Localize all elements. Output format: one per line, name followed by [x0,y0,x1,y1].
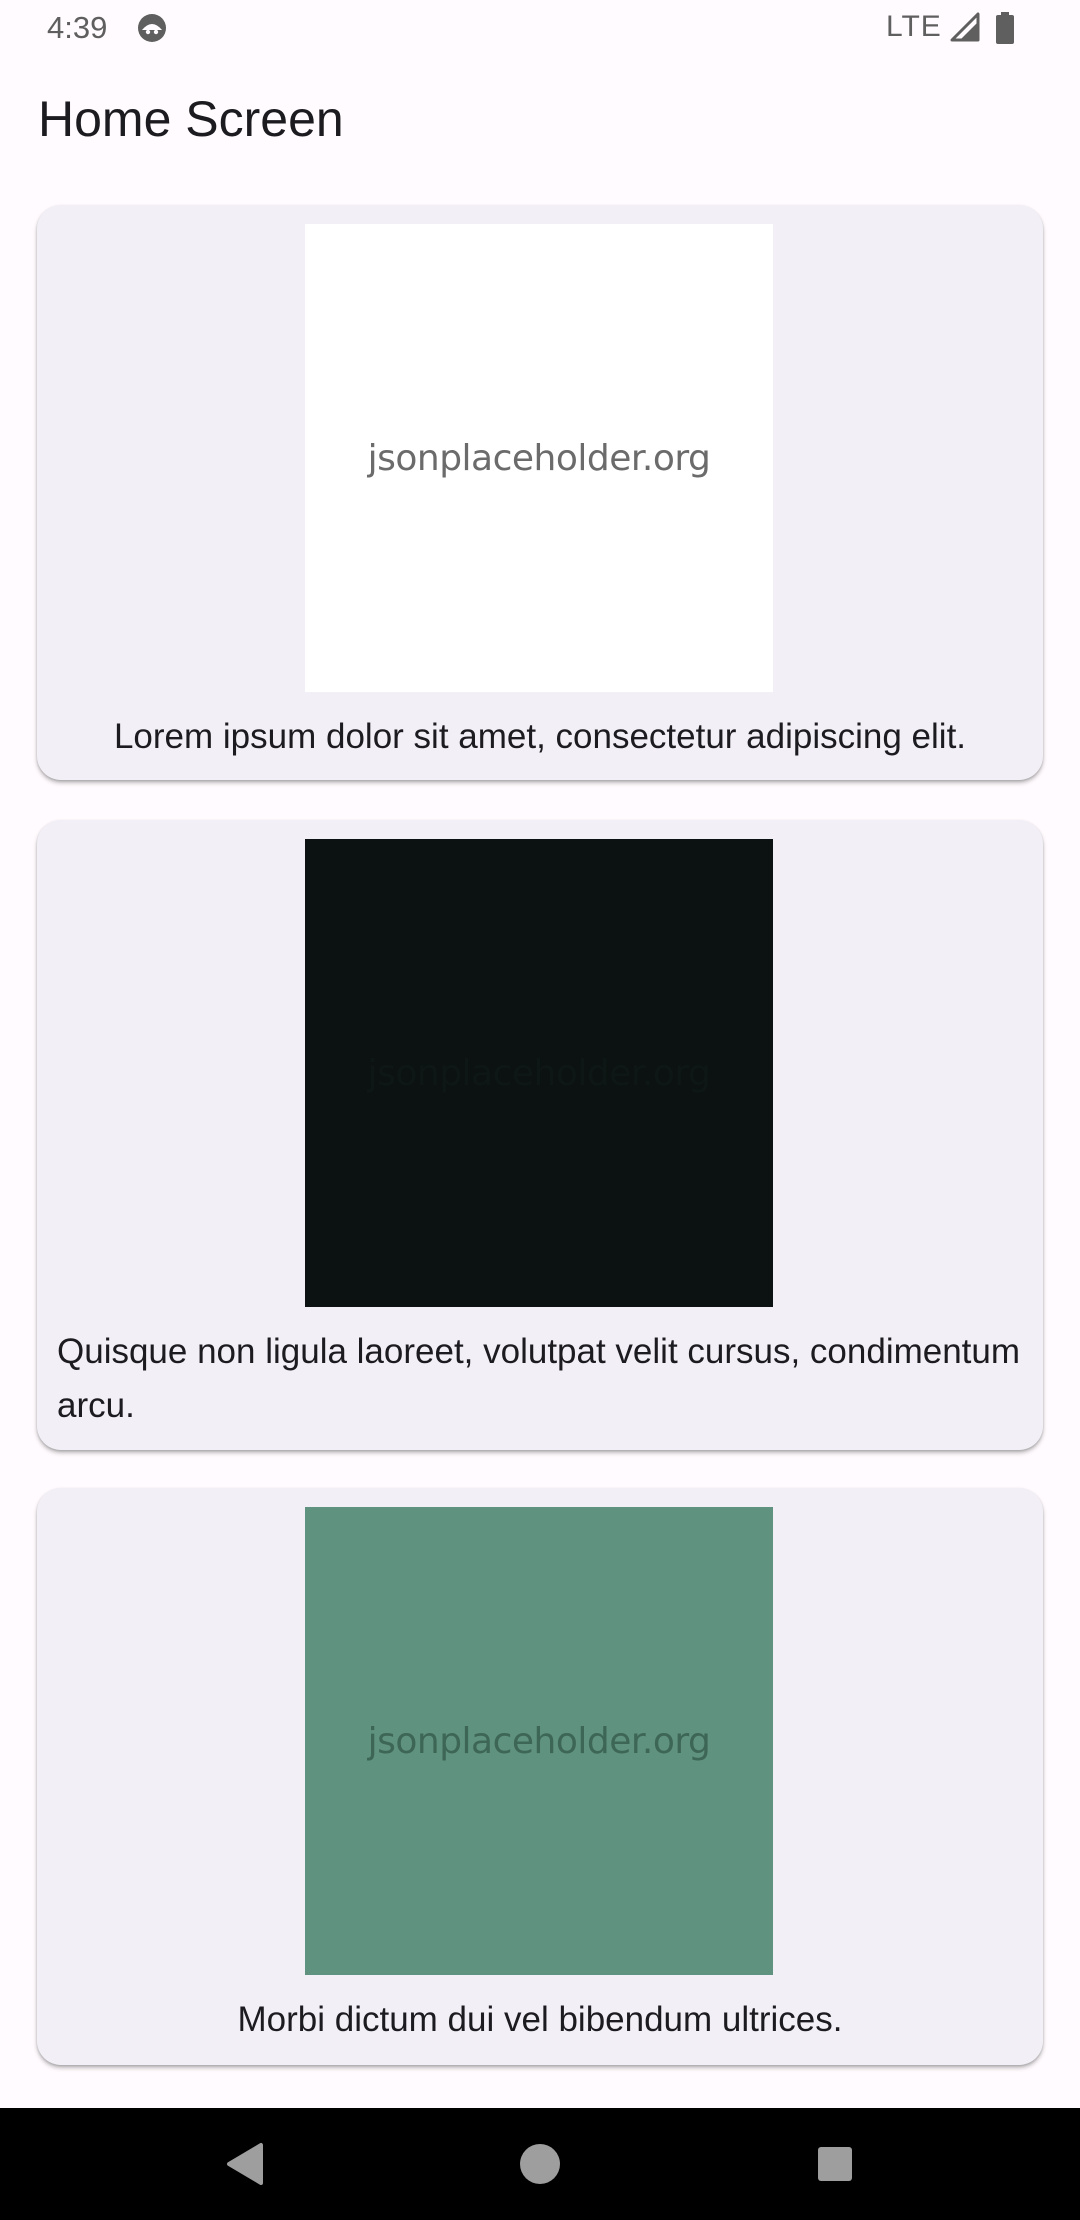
list-item[interactable]: jsonplaceholder.org Quisque non ligula l… [37,820,1043,1450]
page-title: Home Screen [38,91,344,147]
android-face-icon [138,14,166,42]
card-caption: Quisque non ligula laoreet, volutpat vel… [57,1332,1021,1425]
system-navigation-bar [0,2108,1080,2220]
card-image: jsonplaceholder.org [305,839,773,1307]
card-image-label: jsonplaceholder.org [367,437,711,479]
home-circle-icon [520,2144,560,2184]
battery-icon [996,12,1014,44]
card-caption: Morbi dictum dui vel bibendum ultrices. [237,2000,843,2039]
list-item[interactable]: jsonplaceholder.org Morbi dictum dui vel… [37,1488,1043,2065]
network-type: LTE [886,10,942,43]
card-image: jsonplaceholder.org [305,224,773,692]
signal-icon [950,12,980,42]
status-time: 4:39 [47,10,108,45]
recents-button[interactable] [765,2108,905,2220]
recents-square-icon [818,2147,852,2181]
card-image: jsonplaceholder.org [305,1507,773,1975]
back-button[interactable] [175,2108,315,2220]
card-image-label: jsonplaceholder.org [367,1052,711,1094]
back-triangle-icon [227,2143,263,2185]
home-button[interactable] [470,2108,610,2220]
card-image-label: jsonplaceholder.org [367,1720,711,1762]
card-caption: Lorem ipsum dolor sit amet, consectetur … [113,717,967,756]
status-bar: 4:39 LTE [0,0,1080,58]
list-item[interactable]: jsonplaceholder.org Lorem ipsum dolor si… [37,205,1043,780]
